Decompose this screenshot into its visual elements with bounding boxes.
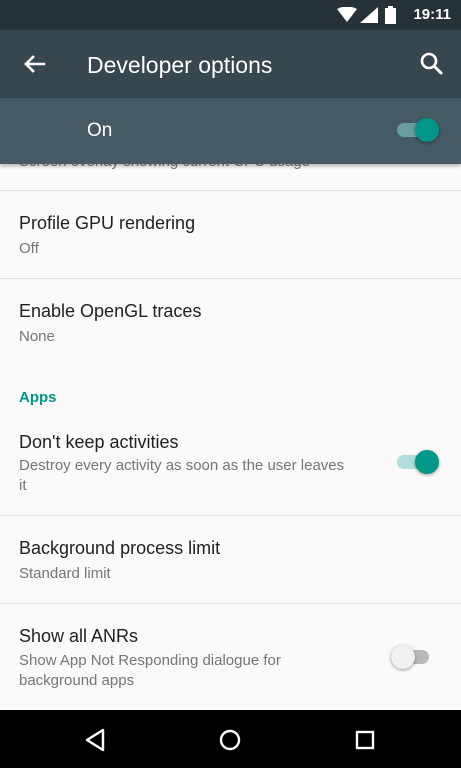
search-icon[interactable] [416,48,448,80]
status-time: 19:11 [413,6,451,23]
master-switch-label: On [87,120,113,141]
back-arrow-icon[interactable] [18,48,50,80]
page-title: Developer options [87,52,273,78]
list-item-profile-gpu[interactable]: Profile GPU rendering Off [0,191,461,279]
settings-list[interactable]: Screen overlay showing current CPU usage… [0,140,461,710]
background-limit-title: Background process limit [19,538,221,558]
list-item-background-limit[interactable]: Background process limit Standard limit [0,516,461,604]
section-header-apps: Apps [19,389,57,406]
dont-keep-activities-toggle[interactable] [397,448,439,476]
show-anrs-title: Show all ANRs [19,626,139,646]
dont-keep-activities-title: Don't keep activities [19,432,179,452]
show-anrs-toggle[interactable] [391,643,433,671]
signal-icon [360,7,378,23]
recents-square-icon[interactable] [349,724,381,756]
wifi-icon [337,7,357,22]
show-anrs-summary: Show App Not Responding dialogue for bac… [19,652,281,689]
profile-gpu-title: Profile GPU rendering [19,213,196,233]
background-limit-value: Standard limit [19,565,111,582]
back-triangle-icon[interactable] [80,724,112,756]
toggle-thumb [415,450,439,474]
list-item-show-anrs[interactable]: Show all ANRs Show App Not Responding di… [0,604,461,710]
navigation-bar [0,710,461,768]
list-item-dont-keep-activities[interactable]: Don't keep activities Destroy every acti… [0,418,461,516]
opengl-traces-value: None [19,328,55,345]
opengl-traces-title: Enable OpenGL traces [19,301,202,321]
home-circle-icon[interactable] [214,724,246,756]
dont-keep-activities-summary: Destroy every activity as soon as the us… [19,457,345,494]
list-item-opengl-traces[interactable]: Enable OpenGL traces None [0,279,461,379]
master-switch-bar[interactable]: On [0,98,461,164]
master-switch-toggle[interactable] [397,116,439,144]
app-bar: Developer options [0,30,461,98]
status-bar: 19:11 [0,0,461,30]
toggle-thumb [391,645,415,669]
profile-gpu-value: Off [19,240,39,257]
battery-icon [385,6,396,24]
toggle-thumb [415,118,439,142]
